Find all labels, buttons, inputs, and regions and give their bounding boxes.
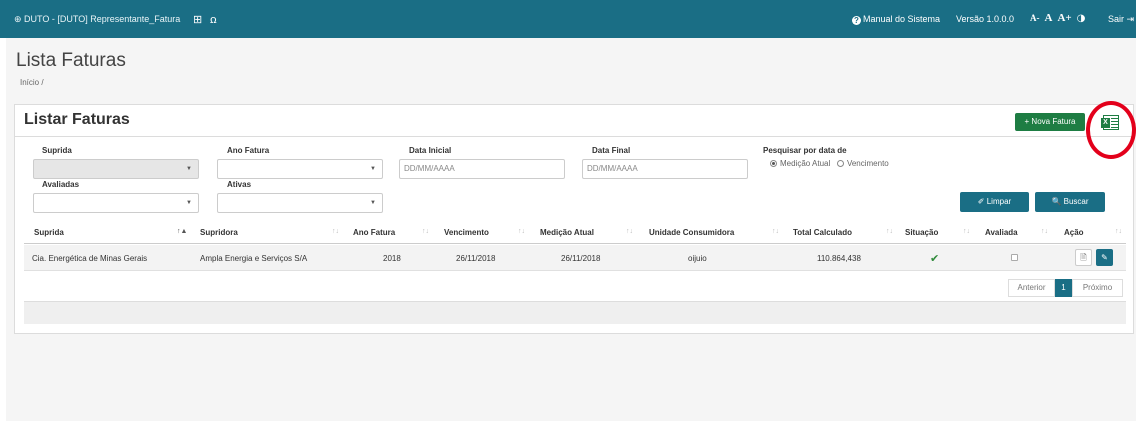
col-ano-fatura[interactable]: Ano Fatura — [353, 228, 395, 237]
version-label: Versão 1.0.0.0 — [956, 14, 1015, 24]
suprida-label: Suprida — [42, 146, 72, 155]
col-suprida[interactable]: Suprida — [34, 228, 64, 237]
pagination-page-1[interactable]: 1 — [1055, 279, 1072, 297]
top-navbar: ⊕ DUTO - [DUTO] Representante_Fatura ⊞ ꭥ… — [0, 0, 1136, 38]
col-total-calculado[interactable]: Total Calculado — [793, 228, 852, 237]
table-row[interactable]: Cia. Energética de Minas Gerais Ampla En… — [24, 245, 1126, 271]
table-footer — [24, 301, 1126, 324]
ativas-label: Ativas — [227, 180, 252, 189]
pagination-prev[interactable]: Anterior — [1008, 279, 1055, 297]
pesquisar-label: Pesquisar por data de — [763, 146, 847, 155]
sort-icon[interactable]: ↑↓ — [626, 228, 633, 235]
radio-medicao-label: Medição Atual — [780, 159, 831, 168]
sort-icon[interactable]: ↑↓ — [332, 228, 339, 235]
view-document-icon[interactable]: 🗎 — [1075, 249, 1092, 266]
cell-suprida: Cia. Energética de Minas Gerais — [32, 254, 148, 263]
data-inicial-label: Data Inicial — [409, 146, 452, 155]
chevron-down-icon: ▼ — [186, 166, 192, 172]
font-increase-button[interactable]: A+ — [1057, 12, 1071, 24]
logout-link[interactable]: Sair ⇥ — [1108, 14, 1134, 25]
panel-title: Listar Faturas — [24, 111, 130, 128]
search-button[interactable]: 🔍 Buscar — [1035, 192, 1105, 212]
sort-icon[interactable]: ↑↓ — [963, 228, 970, 235]
radio-vencimento-label: Vencimento — [846, 159, 889, 168]
cell-vencimento: 26/11/2018 — [456, 254, 496, 263]
new-invoice-button[interactable]: + Nova Fatura — [1015, 113, 1085, 131]
users-icon[interactable]: ꭥ — [210, 12, 217, 27]
col-supridora[interactable]: Supridora — [200, 228, 238, 237]
app-title-link[interactable]: ⊕ DUTO - [DUTO] Representante_Fatura — [14, 14, 180, 25]
manual-label: Manual do Sistema — [863, 14, 941, 24]
clear-button[interactable]: ✐ Limpar — [960, 192, 1029, 212]
date-type-radio-group: Medição Atual Vencimento — [770, 159, 889, 168]
chevron-down-icon: ▼ — [370, 200, 376, 206]
suprida-select[interactable]: ▼ — [33, 159, 199, 179]
pagination-next[interactable]: Próximo — [1072, 279, 1123, 297]
data-final-input[interactable]: DD/MM/AAAA — [582, 159, 748, 179]
cell-total: 110.864,438 — [817, 254, 861, 263]
radio-vencimento[interactable] — [836, 160, 844, 167]
cell-ano: 2018 — [383, 254, 401, 263]
chevron-down-icon: ▼ — [370, 166, 376, 172]
list-panel — [14, 104, 1134, 334]
col-avaliada[interactable]: Avaliada — [985, 228, 1018, 237]
sort-icon[interactable]: ↑↓ — [772, 228, 779, 235]
sort-icon[interactable]: ↑↓ — [1041, 228, 1048, 235]
ano-fatura-label: Ano Fatura — [227, 146, 270, 155]
col-situacao[interactable]: Situação — [905, 228, 938, 237]
sort-icon[interactable]: ↑↓ — [886, 228, 893, 235]
edit-icon[interactable]: ✎ — [1096, 249, 1113, 266]
sort-icon[interactable]: ↑↓ — [518, 228, 525, 235]
radio-medicao[interactable] — [770, 160, 777, 167]
col-vencimento[interactable]: Vencimento — [444, 228, 489, 237]
divider — [14, 136, 1134, 137]
check-icon: ✔ — [930, 253, 940, 265]
col-acao[interactable]: Ação — [1064, 228, 1084, 237]
page-title: Lista Faturas — [16, 50, 126, 71]
data-final-label: Data Final — [592, 146, 631, 155]
ativas-select[interactable]: ▼ — [217, 193, 383, 213]
annotation-circle — [1086, 101, 1136, 159]
font-normal-button[interactable]: A — [1045, 12, 1053, 24]
ano-fatura-select[interactable]: ▼ — [217, 159, 383, 179]
sort-icon[interactable]: ↑↓ — [1115, 228, 1122, 235]
font-size-controls: A- A A+ ◑ — [1030, 12, 1090, 24]
help-icon: ? — [852, 16, 861, 25]
contrast-icon[interactable]: ◑ — [1077, 13, 1086, 24]
chevron-down-icon: ▼ — [186, 200, 192, 206]
avaliadas-select[interactable]: ▼ — [33, 193, 199, 213]
data-inicial-input[interactable]: DD/MM/AAAA — [399, 159, 565, 179]
breadcrumb[interactable]: Início / — [20, 78, 44, 87]
col-unidade-consumidora[interactable]: Unidade Consumidora — [649, 228, 734, 237]
cell-medicao: 26/11/2018 — [561, 254, 601, 263]
font-decrease-button[interactable]: A- — [1030, 13, 1040, 23]
sort-icon[interactable]: ↑↓ — [422, 228, 429, 235]
table-header: Suprida ↑▲ Supridora ↑↓ Ano Fatura ↑↓ Ve… — [24, 222, 1126, 244]
col-medicao-atual[interactable]: Medição Atual — [540, 228, 594, 237]
cell-unidade: oijuio — [688, 254, 707, 263]
cell-supridora: Ampla Energia e Serviços S/A — [200, 254, 308, 263]
avaliada-checkbox[interactable] — [1011, 254, 1018, 261]
sort-asc-icon[interactable]: ↑▲ — [177, 228, 187, 235]
manual-link[interactable]: ? Manual do Sistema — [852, 14, 940, 25]
apps-grid-icon[interactable]: ⊞ — [193, 13, 202, 26]
avaliadas-label: Avaliadas — [42, 180, 80, 189]
